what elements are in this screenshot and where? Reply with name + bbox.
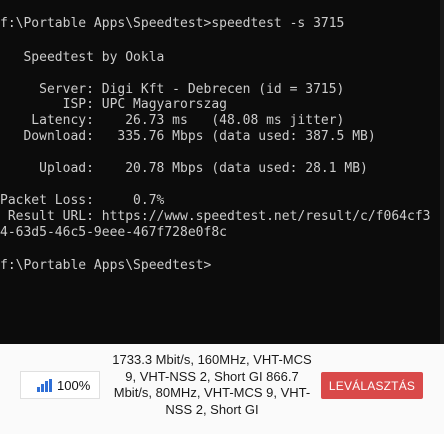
wifi-status-bar: 100% 1733.3 Mbit/s, 160MHz, VHT-MCS 9, V… — [0, 344, 444, 434]
signal-bars-icon — [37, 378, 52, 392]
link-speed-info: 1733.3 Mbit/s, 160MHz, VHT-MCS 9, VHT-NS… — [112, 352, 312, 417]
command-prompt-line: f:\Portable Apps\Speedtest>speedtest -s … — [0, 16, 345, 31]
result-url-continuation: 4-63d5-46c5-9eee-467f728e0f8c — [0, 225, 227, 240]
disconnect-button[interactable]: LEVÁLASZTÁS — [321, 372, 423, 399]
isp-line: ISP: UPC Magyarorszag — [0, 97, 227, 112]
packet-loss-line: Packet Loss: 0.7% — [0, 193, 165, 208]
server-line: Server: Digi Kft - Debrecen (id = 3715) — [0, 82, 345, 97]
terminal-window[interactable]: f:\Portable Apps\Speedtest>speedtest -s … — [0, 0, 444, 344]
latency-line: Latency: 26.73 ms (48.08 ms jitter) — [0, 113, 345, 128]
download-line: Download: 335.76 Mbps (data used: 387.5 … — [0, 129, 376, 144]
terminal-scrollbar[interactable] — [440, 0, 444, 344]
result-url-line: Result URL: https://www.speedtest.net/re… — [0, 209, 431, 224]
command-prompt-line-2: f:\Portable Apps\Speedtest> — [0, 258, 212, 273]
signal-strength-indicator: 100% — [20, 371, 100, 399]
upload-line: Upload: 20.78 Mbps (data used: 28.1 MB) — [0, 161, 368, 176]
signal-strength-value: 100% — [57, 377, 91, 393]
speedtest-title: Speedtest by Ookla — [0, 50, 165, 65]
